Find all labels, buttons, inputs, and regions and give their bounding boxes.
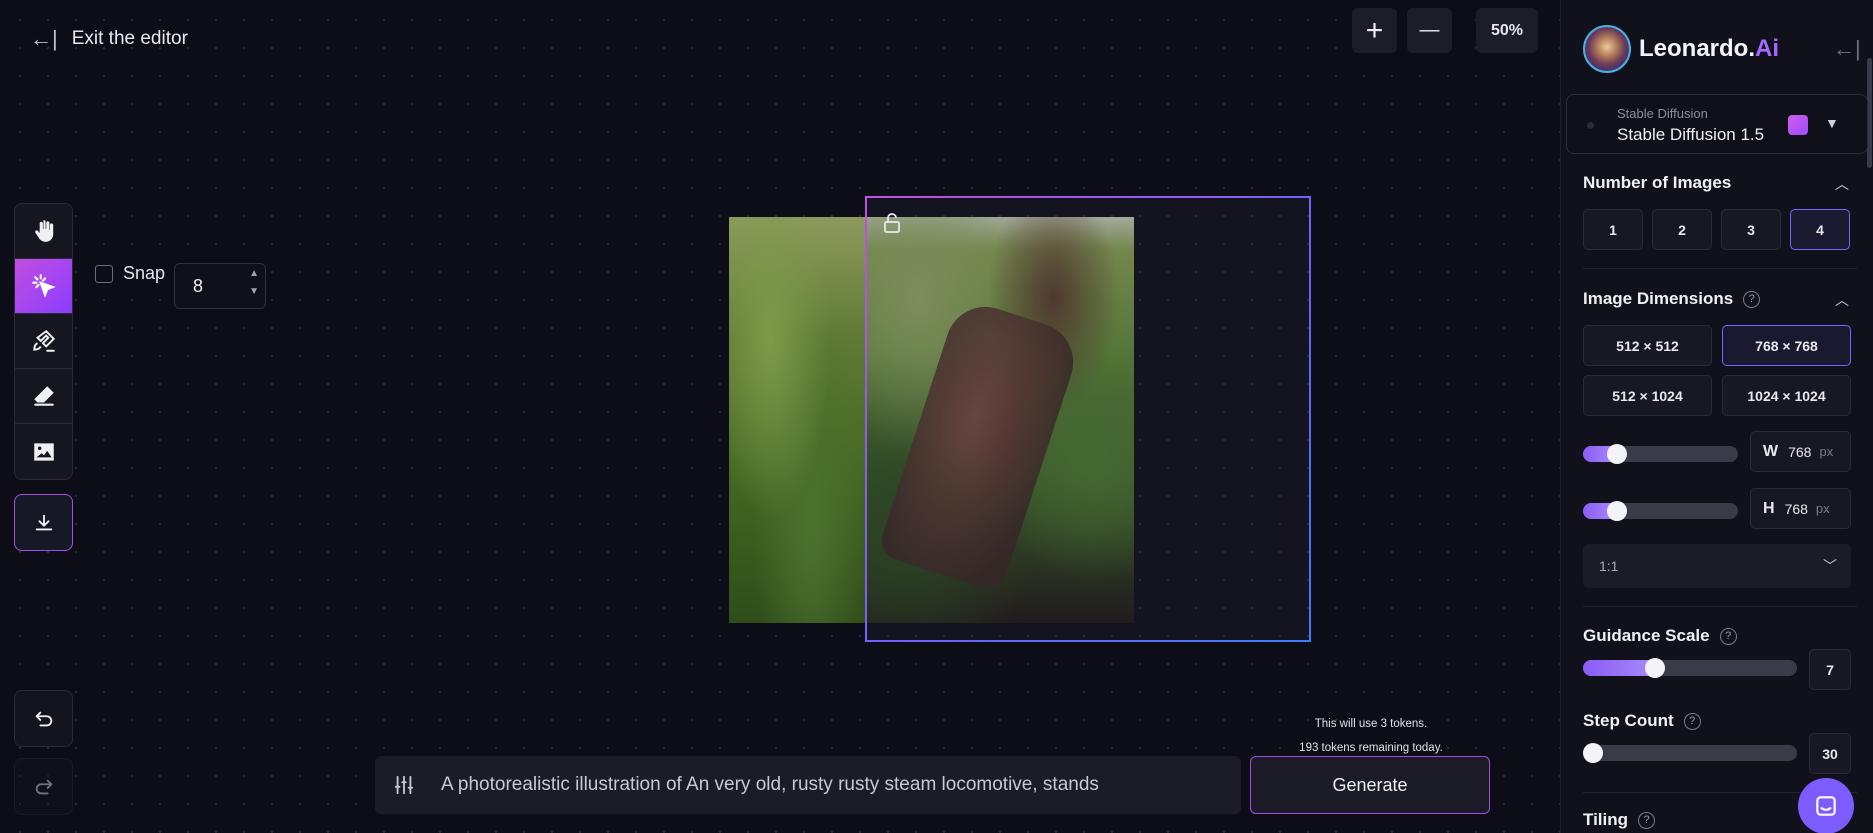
width-key: W (1763, 442, 1779, 460)
chevron-up-icon[interactable]: ︿ (1835, 290, 1849, 310)
help-icon[interactable]: ? (1683, 712, 1701, 730)
height-key: H (1763, 499, 1775, 517)
snap-size-value: 8 (193, 275, 204, 296)
guidance-scale-title: Guidance Scale ? (1583, 626, 1737, 646)
step-count-value[interactable]: 30 (1809, 733, 1851, 774)
num-images-3[interactable]: 3 (1721, 209, 1781, 250)
redo-button[interactable] (14, 758, 73, 815)
snap-toggle[interactable]: Snap (95, 263, 165, 284)
step-count-thumb[interactable] (1583, 743, 1603, 763)
step-count-slider[interactable] (1583, 743, 1797, 763)
model-name: Stable Diffusion 1.5 (1617, 125, 1765, 144)
generate-button[interactable]: Generate (1250, 756, 1490, 814)
collapse-panel-icon[interactable]: ←| (1833, 36, 1861, 62)
settings-panel: Leonardo.Ai ←| Stable Diffusion Stable D… (1560, 0, 1873, 833)
plus-icon: + (1365, 13, 1384, 47)
chat-icon (1816, 796, 1836, 816)
minus-icon: — (1419, 19, 1440, 41)
caret-down-icon: ▼ (1825, 115, 1839, 131)
download-icon (35, 514, 52, 530)
tool-palette (14, 203, 73, 480)
chevron-down-icon: ﹀ (1823, 558, 1837, 574)
width-slider[interactable] (1583, 444, 1738, 464)
cursor-click-icon (31, 274, 56, 298)
paint-brush-icon (32, 329, 55, 352)
avatar[interactable] (1583, 25, 1631, 73)
num-images-2[interactable]: 2 (1652, 209, 1712, 250)
height-value: 768 (1784, 500, 1808, 517)
divider (1583, 606, 1857, 607)
token-info: This will use 3 tokens. 193 tokens remai… (1248, 712, 1494, 760)
image-icon (33, 442, 54, 461)
canvas-image-outside[interactable] (729, 217, 865, 623)
model-family: Stable Diffusion (1617, 106, 1708, 121)
eraser-tool[interactable] (15, 369, 72, 424)
sliders-icon (394, 775, 414, 795)
brand: Leonardo.Ai (1583, 25, 1779, 73)
zoom-in-button[interactable]: + (1352, 8, 1397, 53)
num-images-1[interactable]: 1 (1583, 209, 1643, 250)
help-icon[interactable]: ? (1638, 811, 1656, 829)
editor-canvas[interactable]: ←| Exit the editor + — 50% Snap 8 ▲ ▼ A … (0, 0, 1560, 833)
aspect-ratio-select[interactable]: 1:1 ﹀ (1583, 544, 1851, 588)
eraser-icon (33, 386, 54, 406)
zoom-out-button[interactable]: — (1407, 8, 1452, 53)
image-dimensions-title: Image Dimensions ? (1583, 289, 1761, 309)
undo-icon (35, 711, 52, 726)
pan-tool[interactable] (15, 204, 72, 259)
dimension-512x512[interactable]: 512 × 512 (1583, 325, 1712, 366)
help-icon[interactable]: ? (1743, 290, 1761, 308)
support-chat-button[interactable] (1798, 778, 1854, 833)
height-input[interactable]: H 768 px (1750, 488, 1851, 529)
width-value: 768 (1788, 443, 1812, 460)
exit-editor-link[interactable]: ←| Exit the editor (30, 26, 188, 52)
model-badge-icon (1788, 115, 1808, 135)
step-count-title: Step Count ? (1583, 711, 1701, 731)
num-images-4[interactable]: 4 (1790, 209, 1850, 250)
lock-icon[interactable] (882, 212, 902, 234)
redo-icon (35, 779, 52, 794)
select-tool[interactable] (15, 259, 72, 314)
guidance-scale-thumb[interactable] (1645, 658, 1665, 678)
width-input[interactable]: W 768 px (1750, 431, 1851, 472)
snap-checkbox[interactable] (95, 264, 113, 283)
stepper-up-icon[interactable]: ▲ (249, 268, 259, 280)
height-slider[interactable] (1583, 501, 1738, 521)
tiling-title: Tiling ? (1583, 810, 1656, 830)
snap-stepper[interactable]: ▲ ▼ (249, 268, 259, 298)
arrow-left-icon: ←| (30, 26, 58, 51)
dimension-512x1024[interactable]: 512 × 1024 (1583, 375, 1712, 416)
width-slider-thumb[interactable] (1607, 444, 1627, 464)
exit-editor-label: Exit the editor (71, 28, 188, 49)
token-cost: This will use 3 tokens. (1314, 718, 1428, 730)
number-of-images-title: Number of Images (1583, 173, 1732, 192)
dimension-768x768[interactable]: 768 × 768 (1722, 325, 1851, 366)
prompt-settings-button[interactable] (375, 774, 433, 796)
divider (1583, 268, 1857, 269)
prompt-bar: A photorealistic illustration of An very… (375, 756, 1241, 814)
guidance-scale-slider[interactable] (1583, 658, 1797, 678)
brush-tool[interactable] (15, 314, 72, 369)
height-slider-thumb[interactable] (1607, 501, 1627, 521)
aspect-ratio-value: 1:1 (1599, 558, 1619, 574)
width-unit: px (1819, 444, 1834, 459)
model-status-dot (1587, 122, 1594, 129)
brand-name: Leonardo.Ai (1639, 35, 1780, 62)
hand-icon (34, 220, 53, 242)
undo-button[interactable] (14, 690, 73, 747)
generation-frame[interactable] (865, 196, 1311, 642)
dimension-1024x1024[interactable]: 1024 × 1024 (1722, 375, 1851, 416)
guidance-scale-value[interactable]: 7 (1809, 649, 1851, 690)
stepper-down-icon[interactable]: ▼ (249, 286, 259, 298)
snap-label: Snap (123, 263, 166, 283)
help-icon[interactable]: ? (1719, 627, 1737, 645)
download-button[interactable] (14, 494, 73, 551)
chevron-up-icon[interactable]: ︿ (1835, 174, 1849, 194)
model-select[interactable]: Stable Diffusion Stable Diffusion 1.5 ▼ (1566, 94, 1868, 154)
zoom-level[interactable]: 50% (1476, 8, 1538, 53)
prompt-input[interactable]: A photorealistic illustration of An very… (433, 774, 1099, 796)
height-unit: px (1815, 501, 1830, 516)
snap-size-input[interactable]: 8 ▲ ▼ (174, 263, 266, 309)
image-tool[interactable] (15, 424, 72, 479)
